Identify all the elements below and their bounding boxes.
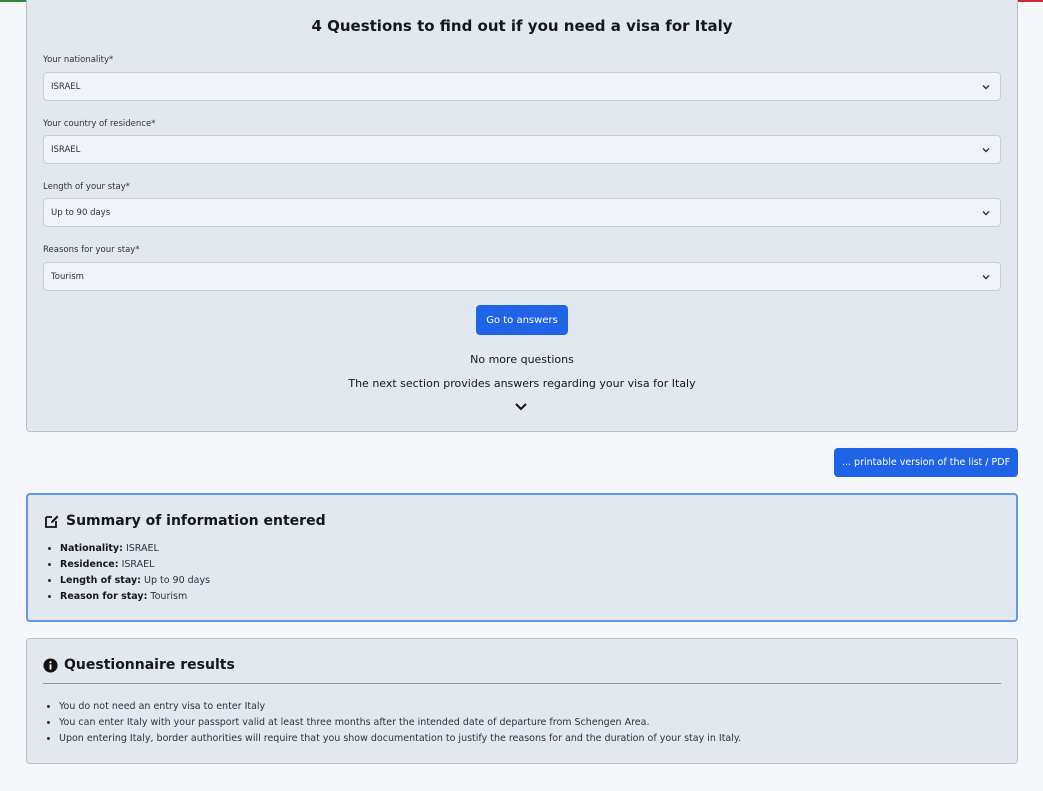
reason-value: Tourism [51,271,84,282]
list-item: Residence: ISRAEL [60,557,210,573]
summary-value: Up to 90 days [143,575,211,586]
summary-key: Residence: [60,559,119,570]
results-heading: Questionnaire results [43,657,235,673]
list-item: Nationality: ISRAEL [60,541,210,557]
chevron-down-icon [982,148,990,153]
list-item: You do not need an entry visa to enter I… [59,699,741,715]
residence-label: Your country of residence* [43,119,156,129]
chevron-down-icon [982,85,990,90]
residence-value: ISRAEL [51,144,81,155]
chevron-down-icon[interactable] [513,400,529,414]
questions-title: 4 Questions to find out if you need a vi… [311,17,733,35]
results-title: Questionnaire results [64,657,235,673]
reason-select[interactable]: Tourism [43,262,1001,291]
summary-key: Length of stay: [60,575,141,586]
summary-card: Summary of information entered Nationali… [26,493,1018,622]
results-card: Questionnaire results You do not need an… [26,638,1018,764]
next-section-note: The next section provides answers regard… [348,377,696,390]
printable-pdf-button[interactable]: ... printable version of the list / PDF [834,448,1018,477]
divider [43,683,1001,684]
summary-value: ISRAEL [125,543,159,554]
go-to-answers-button[interactable]: Go to answers [476,305,568,335]
summary-value: Tourism [150,591,188,602]
length-select[interactable]: Up to 90 days [43,198,1001,227]
info-icon [43,657,58,673]
summary-list: Nationality: ISRAEL Residence: ISRAEL Le… [60,541,210,605]
list-item: You can enter Italy with your passport v… [59,715,741,731]
list-item: Reason for stay: Tourism [60,589,210,605]
list-item: Upon entering Italy, border authorities … [59,731,741,747]
reason-label: Reasons for your stay* [43,245,140,255]
nationality-label: Your nationality* [43,55,114,65]
summary-heading: Summary of information entered [44,513,326,529]
chevron-down-icon [982,275,990,280]
summary-value: ISRAEL [121,559,155,570]
length-label: Length of your stay* [43,182,130,192]
list-item: Length of stay: Up to 90 days [60,573,210,589]
summary-key: Nationality: [60,543,123,554]
questions-card: 4 Questions to find out if you need a vi… [26,0,1018,432]
nationality-value: ISRAEL [51,81,81,92]
length-value: Up to 90 days [51,207,111,218]
chevron-down-icon [982,211,990,216]
summary-key: Reason for stay: [60,591,148,602]
results-list: You do not need an entry visa to enter I… [59,699,741,747]
summary-title: Summary of information entered [66,513,326,529]
residence-select[interactable]: ISRAEL [43,135,1001,164]
no-more-questions: No more questions [470,353,574,366]
edit-icon [45,515,59,528]
nationality-select[interactable]: ISRAEL [43,72,1001,101]
